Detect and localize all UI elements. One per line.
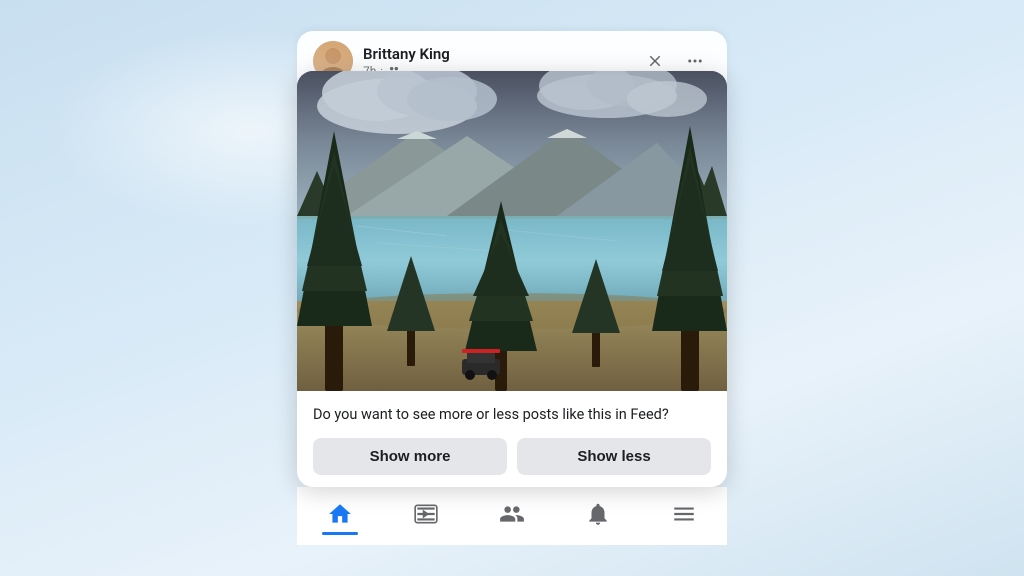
post-footer: Do you want to see more or less posts li… <box>297 391 727 486</box>
nav-item-notifications[interactable] <box>569 497 627 531</box>
nav-item-groups[interactable] <box>483 497 541 531</box>
bottom-nav <box>297 487 727 545</box>
home-icon <box>327 501 353 527</box>
post-card: Do you want to see more or less posts li… <box>297 71 727 486</box>
post-card-container: Brittany King 7h · <box>297 31 727 544</box>
notifications-icon <box>585 501 611 527</box>
show-less-button[interactable]: Show less <box>517 438 711 475</box>
nav-active-indicator <box>322 532 358 535</box>
groups-icon <box>499 501 525 527</box>
post-username: Brittany King <box>363 45 629 63</box>
menu-icon <box>671 501 697 527</box>
show-more-button[interactable]: Show more <box>313 438 507 475</box>
feedback-buttons: Show more Show less <box>313 438 711 475</box>
post-image <box>297 71 727 391</box>
post-question: Do you want to see more or less posts li… <box>313 405 711 425</box>
nav-item-menu[interactable] <box>655 497 713 531</box>
nav-item-home[interactable] <box>311 497 369 531</box>
watch-icon <box>413 501 439 527</box>
nav-item-watch[interactable] <box>397 497 455 531</box>
